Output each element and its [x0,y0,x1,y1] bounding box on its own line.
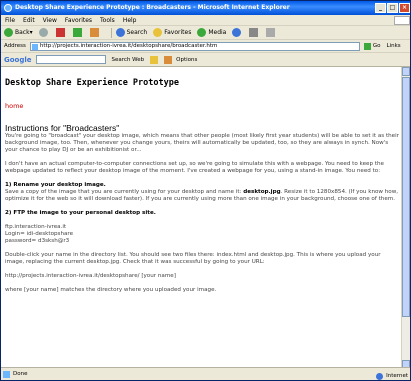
address-input[interactable]: http://projects.interaction-ivrea.it/des… [29,41,360,51]
menu-favorites[interactable]: Favorites [65,15,92,25]
favorites-button[interactable]: Favorites [153,26,191,40]
refresh-button[interactable] [72,28,84,37]
status-bar: Done Internet [1,367,410,380]
url-pattern: http://projects.interaction-ivrea.it/des… [5,273,176,279]
google-options-button[interactable]: Options [176,57,197,63]
scroll-thumb[interactable] [402,77,410,317]
address-url: http://projects.interaction-ivrea.it/des… [39,42,218,49]
done-icon [3,370,10,378]
media-icon [197,28,207,37]
zone-label: Internet [386,373,408,379]
print-icon [266,28,276,37]
refresh-icon [72,28,82,37]
popup-blocker-icon[interactable] [164,55,173,64]
status-text: Done [13,371,28,377]
internet-globe-icon [376,372,384,380]
stop-icon [55,28,65,37]
mail-button[interactable] [249,28,260,37]
instructions-heading: Instructions for "Broadcasters" [5,123,120,133]
upload-paragraph: Double-click your name in the directory … [5,252,381,265]
print-button[interactable] [266,28,277,37]
menu-bar: File Edit View Favorites Tools Help [1,15,410,26]
home-icon [89,28,99,37]
menu-edit[interactable]: Edit [23,15,35,25]
menu-tools[interactable]: Tools [100,15,115,25]
home-button[interactable] [89,28,101,37]
intro-paragraph: You're going to "broadcast" your desktop… [5,133,399,153]
forward-arrow-icon [38,28,48,37]
ftp-host: ftp.interaction-ivrea.it [5,224,67,230]
toolbar-divider [110,27,112,38]
google-toolbar: Google Search Web Options [1,53,410,67]
menu-help[interactable]: Help [123,15,137,25]
browser-window: Desktop Share Experience Prototype : Bro… [0,0,411,381]
page-icon [31,43,38,50]
window-title: Desktop Share Experience Prototype : Bro… [15,4,290,11]
title-bar: Desktop Share Experience Prototype : Bro… [1,1,410,15]
address-label: Address [4,43,26,49]
menu-file[interactable]: File [5,15,15,25]
stop-button[interactable] [55,28,67,37]
ie-logo-icon [4,4,12,12]
where-paragraph: where [your name] matches the directory … [5,287,217,293]
filename-bold: desktop.jpg [243,189,281,195]
minimize-button[interactable]: _ [375,3,386,13]
standard-toolbar: Back ▾ Search Favorites Media [1,26,410,40]
links-button[interactable]: Links [387,43,401,49]
simulation-paragraph: I don't have an actual computer-to-compu… [5,161,384,174]
scroll-up-button[interactable] [402,67,410,76]
ftp-login: Login= idi-desktopshare [5,231,74,237]
step-1: 1) Rename your desktop image. Save a cop… [5,182,399,202]
star-icon [153,28,163,37]
search-icon [115,28,125,37]
back-button[interactable]: Back ▾ [4,26,33,40]
google-search-input[interactable] [35,55,106,64]
go-button[interactable]: Go [363,42,381,50]
step-1-title: 1) Rename your desktop image. [5,182,106,188]
vertical-scrollbar[interactable] [401,67,410,369]
ftp-password: password= d3sksh@r3 [5,238,70,244]
address-bar: Address http://projects.interaction-ivre… [1,40,410,53]
menu-view[interactable]: View [43,15,57,25]
windows-logo-icon [394,16,410,25]
history-icon [232,28,242,37]
history-button[interactable] [232,28,243,37]
security-zone: Internet [376,370,408,380]
go-arrow-icon [363,42,371,50]
page-content: Desktop Share Experience Prototype home … [1,67,403,369]
google-logo: Google [4,55,32,64]
forward-button[interactable] [38,28,50,37]
back-arrow-icon [4,28,13,37]
mail-icon [249,28,259,37]
search-button[interactable]: Search [115,26,147,40]
media-button[interactable]: Media [197,26,226,40]
page-title: Desktop Share Experience Prototype [5,78,179,88]
maximize-button[interactable]: □ [387,3,398,13]
ftp-details: ftp.interaction-ivrea.it Login= idi-desk… [5,224,399,245]
google-search-web-button[interactable]: Search Web [112,57,145,63]
step-2-title: 2) FTP the image to your personal deskto… [5,210,156,216]
home-link[interactable]: home [5,102,399,110]
close-button[interactable]: × [399,3,410,13]
pagerank-icon[interactable] [150,55,159,64]
